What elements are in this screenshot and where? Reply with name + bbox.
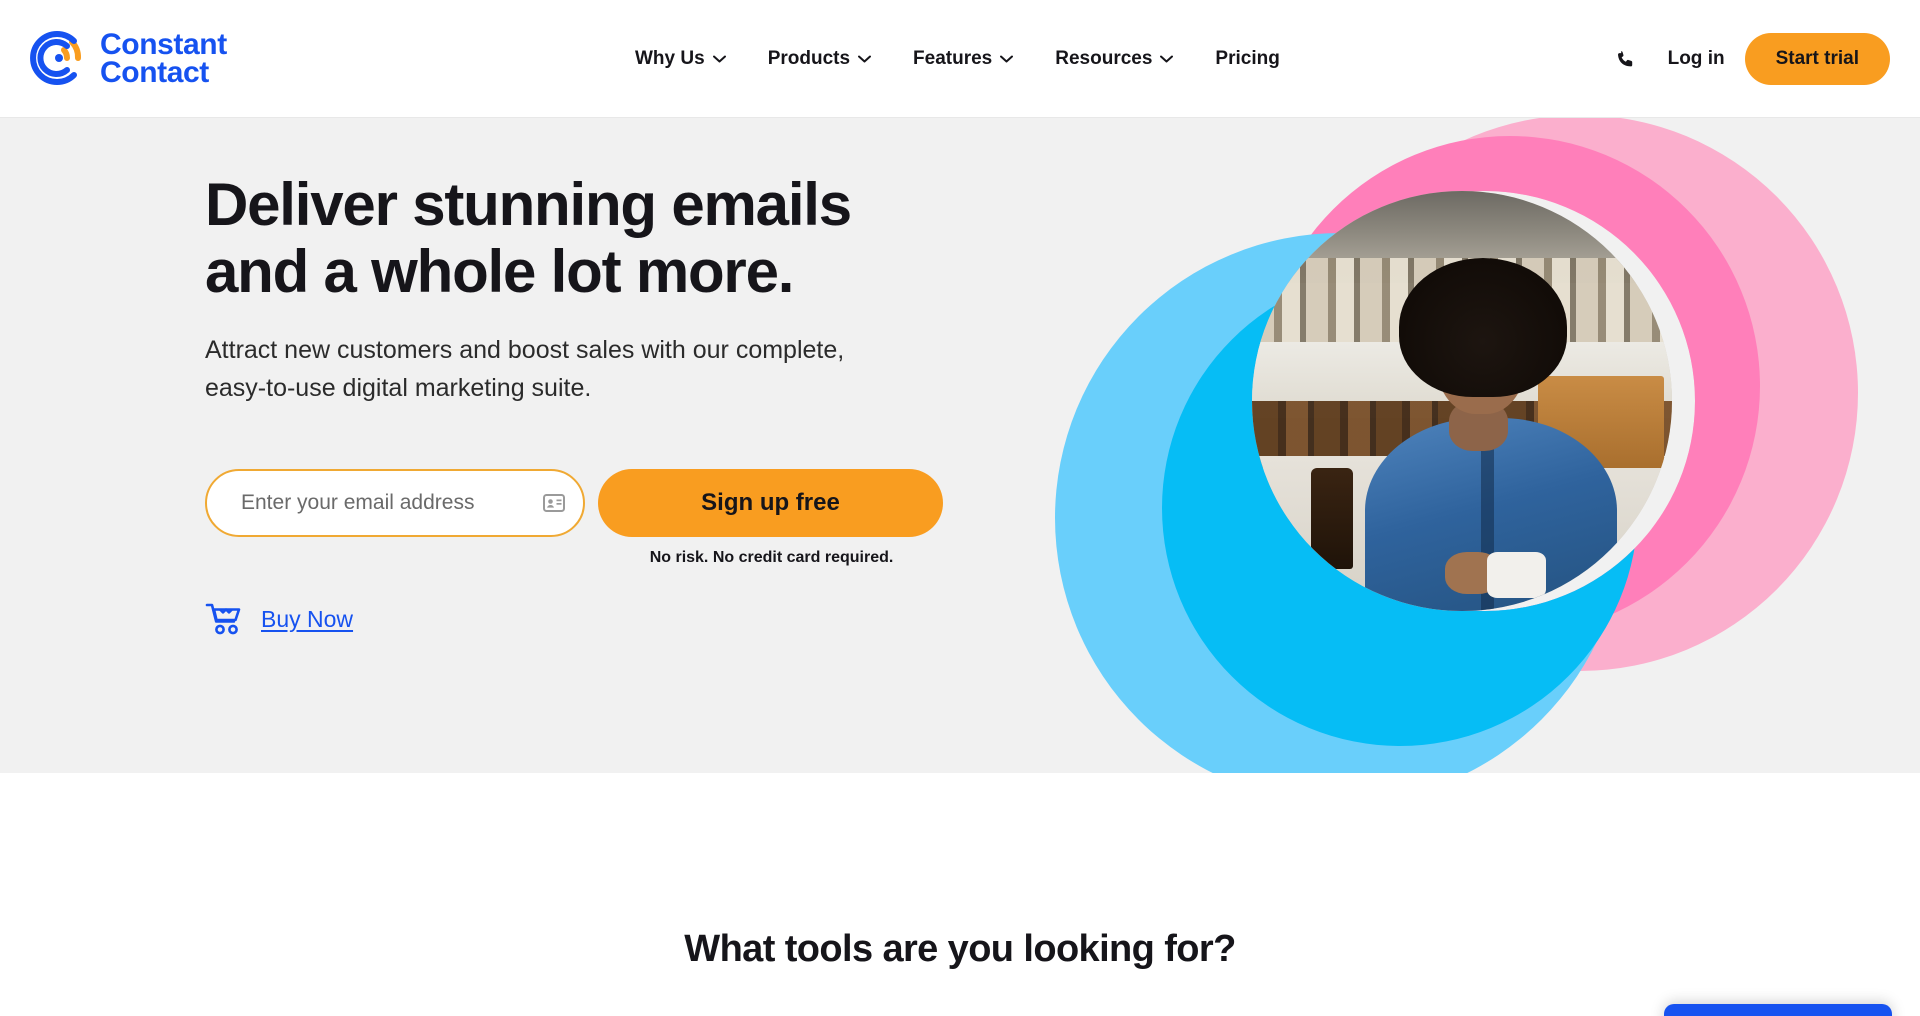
logo-wordmark: Constant Contact	[100, 27, 227, 89]
nav-label: Features	[913, 48, 993, 69]
chevron-down-icon	[1000, 55, 1014, 63]
start-trial-button[interactable]: Start trial	[1744, 33, 1890, 85]
chevron-down-icon	[858, 55, 872, 63]
nav-label: Resources	[1055, 48, 1153, 69]
nav-label: Pricing	[1215, 48, 1280, 69]
hero-title-line-1: Deliver stunning emails	[205, 171, 852, 238]
header-actions: Log in Start trial	[1604, 0, 1890, 118]
hero-copy: Deliver stunning emails and a whole lot …	[205, 171, 995, 636]
signup-disclaimer: No risk. No credit card required.	[649, 549, 894, 567]
hero-title: Deliver stunning emails and a whole lot …	[205, 171, 995, 305]
landing-page: Constant Contact Why Us Products Feature…	[0, 0, 1920, 1016]
tools-section: What tools are you looking for?	[0, 773, 1920, 1016]
hero-subtitle-line-1: Attract new customers and boost sales wi…	[205, 336, 729, 365]
phone-icon[interactable]	[1604, 37, 1648, 81]
hero-subtitle: Attract new customers and boost sales wi…	[205, 331, 905, 407]
circles-graphic	[1055, 118, 1858, 773]
shopping-cart-icon	[205, 604, 241, 635]
buy-now-label: Buy Now	[261, 605, 354, 632]
nav-item-pricing[interactable]: Pricing	[1194, 0, 1300, 118]
nav-label: Products	[767, 48, 851, 69]
hero-artwork	[1020, 118, 1920, 773]
site-header: Constant Contact Why Us Products Feature…	[0, 0, 1920, 118]
login-link[interactable]: Log in	[1648, 48, 1745, 70]
buy-now-link[interactable]: Buy Now	[205, 602, 353, 636]
hero-photo	[1252, 191, 1672, 611]
signup-form: Sign up free	[205, 469, 995, 538]
main-nav: Why Us Products Features Resources Prici…	[614, 0, 1301, 118]
nav-item-resources[interactable]: Resources	[1034, 0, 1194, 118]
contact-card-icon[interactable]	[543, 494, 565, 513]
email-input[interactable]	[205, 469, 585, 538]
logo-line-2: Contact	[100, 55, 209, 89]
chat-widget-button[interactable]	[1664, 1004, 1892, 1016]
nav-label: Why Us	[635, 48, 705, 69]
chevron-down-icon	[1160, 55, 1174, 63]
chevron-down-icon	[712, 55, 726, 63]
hero-section: Deliver stunning emails and a whole lot …	[0, 118, 1920, 773]
email-field-wrapper	[205, 469, 585, 538]
hero-title-line-2: and a whole lot more.	[205, 238, 794, 306]
signup-free-button[interactable]: Sign up free	[598, 469, 943, 538]
nav-item-why-us[interactable]: Why Us	[614, 0, 747, 118]
logo-line-1: Constant	[100, 27, 227, 61]
nav-item-products[interactable]: Products	[747, 0, 892, 118]
tools-section-title: What tools are you looking for?	[684, 928, 1236, 970]
logo[interactable]: Constant Contact	[28, 28, 227, 90]
nav-item-features[interactable]: Features	[892, 0, 1034, 118]
constant-contact-logo-icon	[28, 28, 90, 90]
